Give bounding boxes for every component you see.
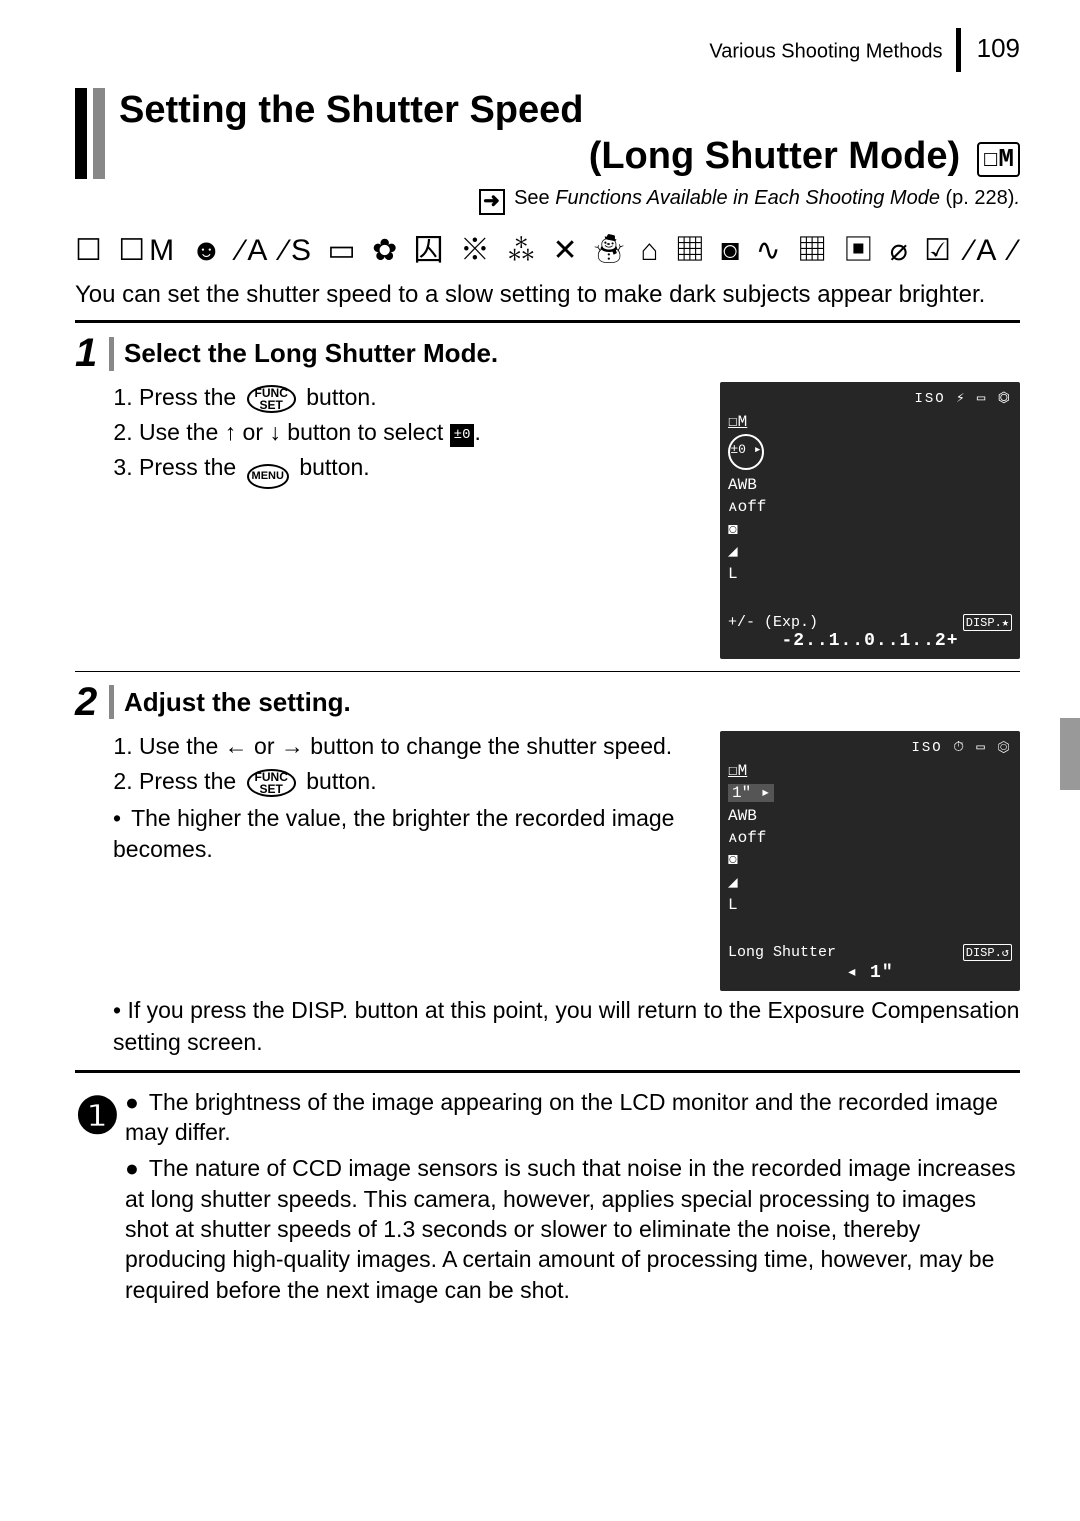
menu-button-icon: MENU [247,464,289,489]
lcd-footer-label: Long Shutter [728,944,836,961]
mode-icon-strip: ☐ ☐M ☻ ⁄A ⁄S ▭ ✿ 囚 ※ ⁂ ✕ ☃ ⌂ ▦ ◙ ∿ ▦ ▣ ⌀… [75,225,1020,269]
page-number: 109 [977,33,1020,63]
caution-item: The brightness of the image appearing on… [125,1087,1020,1148]
note-bullet: • If you press the DISP. button at this … [113,995,1020,1057]
substep: Press the FUNCSET button. [139,766,702,797]
page-title: Setting the Shutter Speed (Long Shutter … [119,88,1020,179]
func-set-button-icon: FUNCSET [247,385,296,413]
caution-item: The nature of CCD image sensors is such … [125,1153,1020,1305]
lcd-scale: -2..1..0..1..2+ [728,631,1012,651]
ref-page: (p. 228) [946,187,1015,209]
lcd-screenshot-1: ISO ⚡ ▭ ⏣ ☐M ±0 ▸ AWB ᴀoff ◙ ◢ L DISP.★ … [720,382,1020,658]
caution-icon: ❶ [75,1087,125,1312]
title-line2: (Long Shutter Mode) [589,135,960,177]
substep: Use the ← or → button to change the shut… [139,731,702,762]
running-header: Various Shooting Methods 109 [75,30,1020,74]
step-accent [109,685,114,719]
ev-icon: ±0 [450,424,475,447]
lcd-highlight-circle: ±0 ▸ [728,434,764,470]
disp-badge: DISP.↺ [963,944,1012,961]
header-divider [956,28,961,72]
lcd-screenshot-2: ISO ⏱ ▭ ⏣ ☐M 1" ▸ AWB ᴀoff ◙ ◢ L DISP.↺ … [720,731,1020,992]
up-arrow-icon: ↑ [225,419,237,445]
lcd-footer-label: +/- (Exp.) [728,614,818,631]
title-accent-bar [75,88,87,179]
step-title: Select the Long Shutter Mode. [124,338,498,369]
lcd-top-icons: ISO ⚡ ▭ ⏣ [728,390,1012,407]
right-arrow-icon: → [281,733,304,759]
lcd-scale: ◂ 1" [728,961,1012,983]
steps-container: 1 Select the Long Shutter Mode. Press th… [75,320,1020,1072]
step-1: 1 Select the Long Shutter Mode. Press th… [75,323,1020,671]
step-number: 1 [75,331,109,376]
arrow-icon: ➜ [479,189,505,215]
ref-prefix: See [514,187,550,209]
lcd-side-icons: ☐M ±0 ▸ AWB ᴀoff ◙ ◢ L [728,411,1012,585]
section-name: Various Shooting Methods [709,40,942,62]
substep: Press the FUNCSET button. [139,382,702,413]
lcd-side-icons: ☐M 1" ▸ AWB ᴀoff ◙ ◢ L [728,760,1012,917]
ref-text: Functions Available in Each Shooting Mod… [555,187,940,209]
func-set-button-icon: FUNCSET [247,769,296,797]
caution-block: ❶ The brightness of the image appearing … [75,1087,1020,1312]
step-title: Adjust the setting. [124,687,351,718]
disp-badge: DISP.★ [963,614,1012,631]
manual-page: Various Shooting Methods 109 Setting the… [0,0,1080,1371]
lcd-top-icons: ISO ⏱ ▭ ⏣ [728,739,1012,756]
step-text: Press the FUNCSET button. Use the ↑ or ↓… [75,382,702,658]
side-tab [1060,718,1080,790]
substep: Use the ↑ or ↓ button to select ±0. [139,417,702,448]
intro-text: You can set the shutter speed to a slow … [75,279,1020,310]
page-title-block: Setting the Shutter Speed (Long Shutter … [75,88,1020,179]
left-arrow-icon: ← [225,733,248,759]
mode-icon: ☐M [977,142,1020,177]
step-accent [109,337,114,371]
title-accent-bar-2 [93,88,105,179]
substep: Press the MENU button. [139,452,702,489]
step-2: 2 Adjust the setting. Use the ← or → but… [75,672,1020,1073]
step-number: 2 [75,680,109,725]
down-arrow-icon: ↓ [269,419,281,445]
step-text: Use the ← or → button to change the shut… [75,731,702,992]
title-line1: Setting the Shutter Speed [119,89,583,131]
note-bullet: The higher the value, the brighter the r… [113,803,702,865]
cross-reference: ➜ See Functions Available in Each Shooti… [75,187,1020,215]
